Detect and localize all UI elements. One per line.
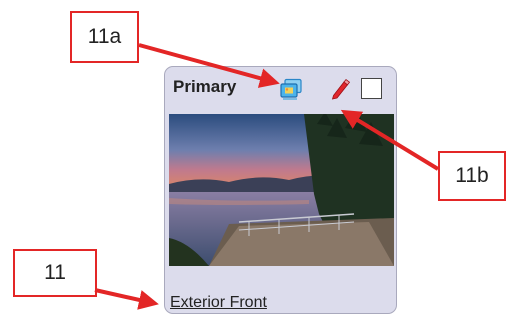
- arrow-11: [94, 288, 159, 310]
- callout-arrows: [94, 43, 440, 310]
- arrow-11b: [340, 109, 440, 171]
- arrow-11a: [138, 43, 280, 88]
